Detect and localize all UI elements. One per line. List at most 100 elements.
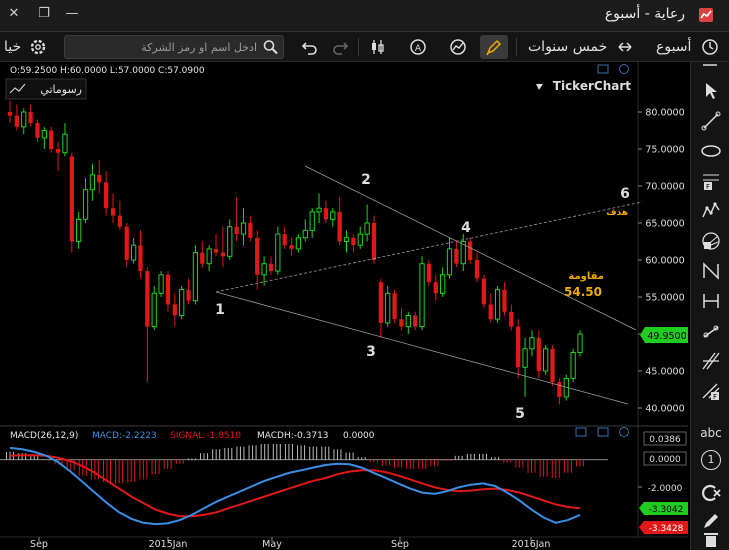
chart-type-icon[interactable] [448, 37, 468, 57]
price-tick-label: 80.0000 [645, 108, 684, 119]
close-button[interactable]: ✕ [6, 6, 22, 22]
candle [21, 108, 27, 135]
price-tick-label: 60.0000 [645, 256, 684, 267]
candle [488, 293, 493, 323]
candle [543, 345, 549, 375]
title-bar: ✕ ❐ — رعاية - أسبوع [0, 0, 729, 32]
candle [268, 256, 274, 275]
fibonacci-icon[interactable]: F [700, 170, 722, 192]
options-label[interactable]: خيا [4, 36, 21, 58]
text-tool-label: abc [700, 426, 722, 440]
drawings-toggle[interactable]: رسوماتي [5, 78, 87, 100]
candle [433, 274, 438, 301]
current-price-label: 49.9500 [647, 331, 686, 342]
time-tick: Sep [30, 539, 48, 550]
indicators-icon[interactable] [368, 37, 388, 57]
candle [399, 308, 404, 331]
price-tick-label: 40.0000 [645, 404, 684, 415]
svg-text:F: F [706, 183, 710, 191]
chart-panel[interactable]: O:59.2500 H:60.0000 L:57.0000 C:57.0900 … [0, 62, 688, 550]
logo-mark-icon [536, 84, 543, 90]
candle [405, 311, 411, 334]
candle [413, 311, 418, 331]
macd-move-icon[interactable] [575, 427, 587, 437]
candle [357, 226, 363, 249]
redo-icon[interactable] [330, 37, 350, 57]
delete-drawings-icon[interactable] [700, 482, 722, 504]
ellipse-icon[interactable] [700, 140, 722, 162]
candle [62, 123, 68, 157]
company-search-input[interactable] [69, 38, 257, 56]
time-tick: May [262, 539, 282, 550]
time-axis: Sep 2015Jan May Sep 2016Jan [30, 537, 550, 550]
pencil-icon[interactable] [700, 510, 722, 532]
wave-label-5: 5 [515, 406, 525, 422]
period-selector[interactable]: أسبوع [656, 36, 691, 58]
candle [446, 237, 453, 279]
ray-icon[interactable] [700, 320, 722, 342]
minimize-button[interactable]: — [64, 6, 80, 22]
price-tick-label: 70.0000 [645, 182, 684, 193]
signal-value: SIGNAL:-1.8510 [170, 431, 241, 441]
numbered-tool-label: 1 [707, 453, 715, 466]
macd-maximize-icon[interactable] [597, 427, 609, 437]
candle [330, 208, 336, 227]
candle [55, 141, 61, 172]
alerts-icon[interactable]: A [408, 37, 428, 57]
macd-settings-icon[interactable] [619, 427, 629, 437]
candle [200, 241, 205, 268]
candle [234, 197, 239, 242]
candle [28, 104, 33, 127]
upper-channel-line[interactable] [304, 165, 637, 331]
candle [97, 160, 102, 194]
candle [206, 245, 212, 272]
elliott-wave-icon[interactable] [700, 200, 722, 222]
undo-icon[interactable] [300, 37, 320, 57]
drawing-tool-button[interactable] [480, 35, 508, 59]
macd-name: MACD(26,12,9) [10, 431, 78, 441]
fibonacci-retracement-icon[interactable]: F [700, 380, 722, 402]
wave-label-2: 2 [361, 172, 371, 188]
candle [124, 223, 129, 268]
candle [557, 378, 562, 405]
svg-text:A: A [415, 44, 422, 54]
restore-button[interactable]: ❐ [36, 6, 52, 22]
price-tick-label: 65.0000 [645, 219, 684, 230]
range-selector[interactable]: خمس سنوات [528, 36, 607, 58]
numbered-tool[interactable]: 1 [701, 450, 721, 470]
price-chart[interactable]: O:59.2500 H:60.0000 L:57.0000 C:57.0900 … [0, 62, 688, 550]
search-icon[interactable] [261, 38, 281, 56]
company-search-box[interactable] [64, 35, 284, 59]
trendline-icon[interactable] [700, 110, 722, 132]
candle [392, 289, 397, 323]
hline-icon[interactable] [700, 290, 722, 312]
sidebar-scroll-handle[interactable] [703, 64, 717, 68]
zigzag-icon[interactable] [700, 260, 722, 282]
candle [117, 200, 123, 231]
panel-maximize-icon[interactable] [597, 64, 609, 74]
candle [165, 271, 171, 312]
candle [130, 237, 137, 264]
candle [227, 219, 233, 260]
trash-icon[interactable] [700, 532, 722, 548]
toolbar-separator [358, 38, 359, 56]
candle [35, 119, 40, 142]
price-panel-controls [597, 64, 629, 74]
price-tick-label: 45.0000 [645, 367, 684, 378]
macd-axis-minus2: -2.0000 [648, 484, 683, 494]
fibonacci-fan-icon[interactable] [700, 230, 722, 252]
candle [110, 193, 116, 223]
macd-histogram [6, 444, 584, 484]
candle [240, 208, 247, 246]
candle [220, 226, 226, 268]
toolbar-separator [516, 38, 517, 56]
cursor-icon[interactable] [700, 80, 722, 102]
range-arrows-icon[interactable] [615, 37, 635, 57]
time-tick: Sep [391, 539, 409, 550]
andrews-pitchfork-icon[interactable] [700, 350, 722, 372]
clock-icon[interactable] [700, 37, 720, 57]
settings-gear-icon[interactable] [28, 37, 48, 57]
candle [474, 252, 480, 283]
text-tool[interactable]: abc [696, 426, 726, 442]
panel-settings-icon[interactable] [619, 64, 629, 74]
